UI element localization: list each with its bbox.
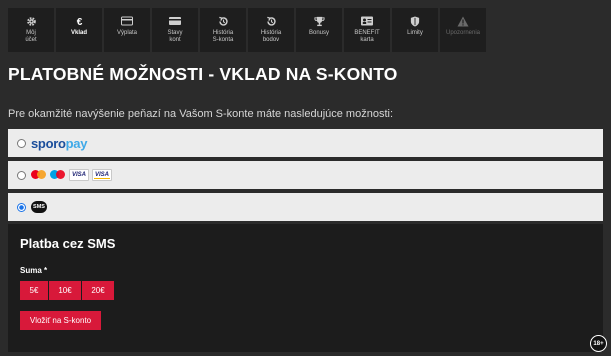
maestro-icon: [50, 169, 66, 181]
tab-label: Upozornenia: [445, 30, 481, 36]
tab-notifications[interactable]: Upozornenia: [440, 8, 486, 52]
tab-limits[interactable]: Limity: [392, 8, 438, 52]
history-icon: [217, 15, 229, 27]
tab-label: Limity: [407, 30, 423, 36]
svg-text:€: €: [76, 17, 82, 27]
amount-label: Suma *: [20, 266, 48, 275]
payment-option-sms[interactable]: SMS: [8, 193, 603, 221]
tab-benefit-card[interactable]: BENEFIT karta: [344, 8, 390, 52]
sms-payment-panel: Platba cez SMS Suma * 5€ 10€ 20€ Vložiť …: [8, 224, 603, 352]
tab-label: História bodov: [260, 30, 282, 43]
tab-account-history[interactable]: História S-konta: [200, 8, 246, 52]
amount-options: 5€ 10€ 20€: [20, 281, 114, 300]
tab-label: BENEFIT karta: [354, 30, 380, 43]
visa-electron-icon: VISA: [92, 169, 112, 181]
tab-label: Stavy kont: [167, 30, 183, 43]
payment-option-cards[interactable]: VISA VISA: [8, 161, 603, 189]
payment-option-sporopay[interactable]: sporopay: [8, 129, 603, 157]
card-logos: VISA VISA: [31, 169, 112, 181]
sporopay-logo-part2: pay: [65, 135, 88, 151]
euro-icon: €: [73, 15, 85, 27]
tab-withdrawal[interactable]: Výplata: [104, 8, 150, 52]
warning-icon: [457, 15, 469, 27]
radio-sporopay[interactable]: [17, 138, 26, 148]
sms-icon: SMS: [31, 201, 47, 213]
card-icon: [121, 15, 133, 27]
sporopay-logo-part1: sporo: [31, 135, 66, 151]
wallet-card-icon: [169, 15, 181, 27]
trophy-icon: [313, 15, 325, 27]
page-title: PLATOBNÉ MOŽNOSTI - VKLAD NA S-KONTO: [8, 64, 398, 84]
tab-bonuses[interactable]: Bonusy: [296, 8, 342, 52]
tab-label: Vklad: [70, 30, 87, 36]
tab-label: Môj účet: [25, 30, 37, 43]
amount-5-button[interactable]: 5€: [20, 281, 48, 300]
shield-icon: [409, 15, 421, 27]
intro-text: Pre okamžité navýšenie peňazí na Vašom S…: [8, 108, 393, 120]
visa-icon: VISA: [69, 169, 89, 181]
tab-label: Výplata: [116, 30, 137, 36]
tab-label: Bonusy: [308, 30, 329, 36]
radio-sms[interactable]: [17, 202, 26, 212]
tab-my-account[interactable]: Môj účet: [8, 8, 54, 52]
amount-10-button[interactable]: 10€: [49, 281, 81, 300]
sporopay-logo: sporopay: [31, 136, 87, 151]
account-tabs: Môj účet € Vklad Výplata Stavy kont Hist…: [8, 8, 486, 52]
tab-points-history[interactable]: História bodov: [248, 8, 294, 52]
mastercard-icon: [31, 169, 47, 181]
tab-deposit[interactable]: € Vklad: [56, 8, 102, 52]
radio-cards[interactable]: [17, 170, 26, 180]
deposit-button[interactable]: Vložiť na S-konto: [20, 311, 101, 330]
amount-20-button[interactable]: 20€: [82, 281, 114, 300]
age-restriction-badge: 18+: [590, 335, 607, 352]
gear-icon: [25, 15, 37, 27]
id-card-icon: [361, 15, 373, 27]
tab-account-balances[interactable]: Stavy kont: [152, 8, 198, 52]
tab-label: História S-konta: [212, 30, 234, 43]
sms-panel-title: Platba cez SMS: [20, 236, 116, 251]
history-icon: [265, 15, 277, 27]
